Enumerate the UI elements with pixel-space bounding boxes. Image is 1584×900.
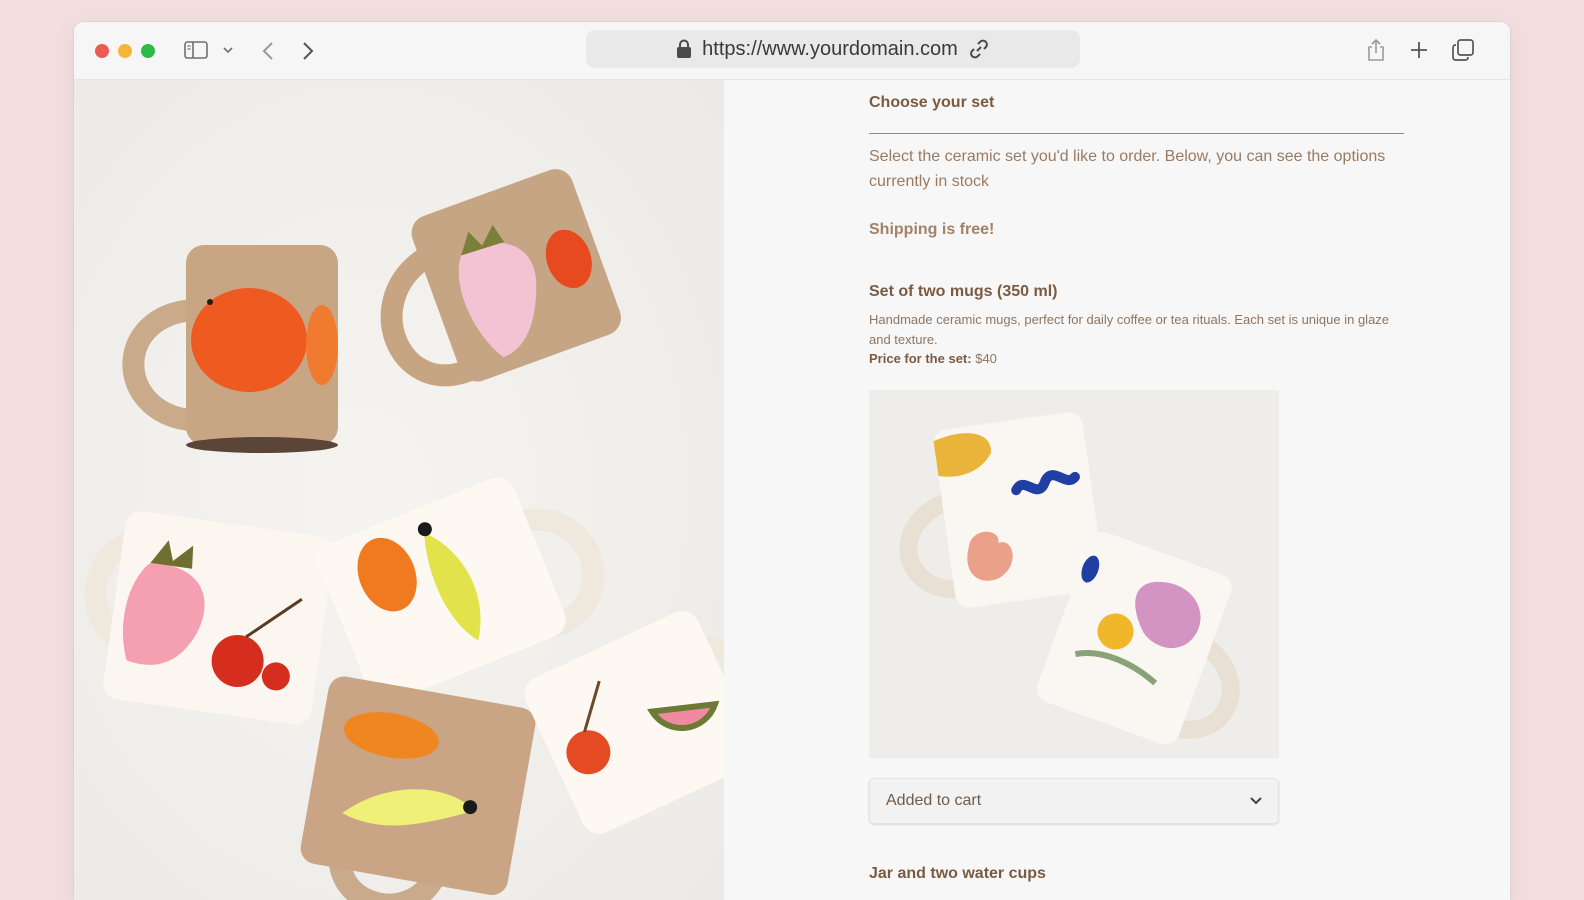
address-bar[interactable]: https://www.yourdomain.com <box>586 30 1080 68</box>
price-label: Price for the set: <box>869 351 972 366</box>
cart-status-select[interactable]: Added to cart <box>869 778 1279 824</box>
close-window-button[interactable] <box>95 44 109 58</box>
sidebar-icon[interactable] <box>184 40 208 60</box>
link-icon[interactable] <box>968 38 990 60</box>
browser-window: https://www.yourdomain.com Choose your s… <box>74 22 1510 900</box>
set-title: Set of two mugs (350 ml) <box>869 283 1058 300</box>
back-icon[interactable] <box>260 40 276 62</box>
shipping-note: Shipping is free! <box>869 221 995 238</box>
set-product-image <box>869 390 1279 758</box>
chevron-down-icon[interactable] <box>222 44 234 56</box>
select-value: Added to cart <box>886 792 982 809</box>
minimize-window-button[interactable] <box>118 44 132 58</box>
hero-mugs-image <box>74 80 724 900</box>
next-set-title: Jar and two water cups <box>869 865 1046 882</box>
price-value: $40 <box>975 351 997 366</box>
chevron-down-icon <box>1250 792 1262 810</box>
divider <box>869 133 1404 134</box>
zoom-window-button[interactable] <box>141 44 155 58</box>
forward-icon[interactable] <box>300 40 316 62</box>
tabs-overview-icon[interactable] <box>1451 38 1475 62</box>
set-description: Handmade ceramic mugs, perfect for daily… <box>869 312 1390 347</box>
product-options-panel: Choose your set Select the ceramic set y… <box>724 80 1510 900</box>
share-icon[interactable] <box>1366 37 1386 63</box>
url-text: https://www.yourdomain.com <box>702 37 958 60</box>
browser-toolbar: https://www.yourdomain.com <box>74 22 1510 80</box>
new-tab-icon[interactable] <box>1408 39 1430 61</box>
intro-text: Select the ceramic set you'd like to ord… <box>869 148 1386 190</box>
section-title: Choose your set <box>869 94 995 111</box>
lock-icon <box>676 39 692 59</box>
page-content: Choose your set Select the ceramic set y… <box>74 80 1510 900</box>
set-price: Price for the set: $40 <box>869 351 997 366</box>
